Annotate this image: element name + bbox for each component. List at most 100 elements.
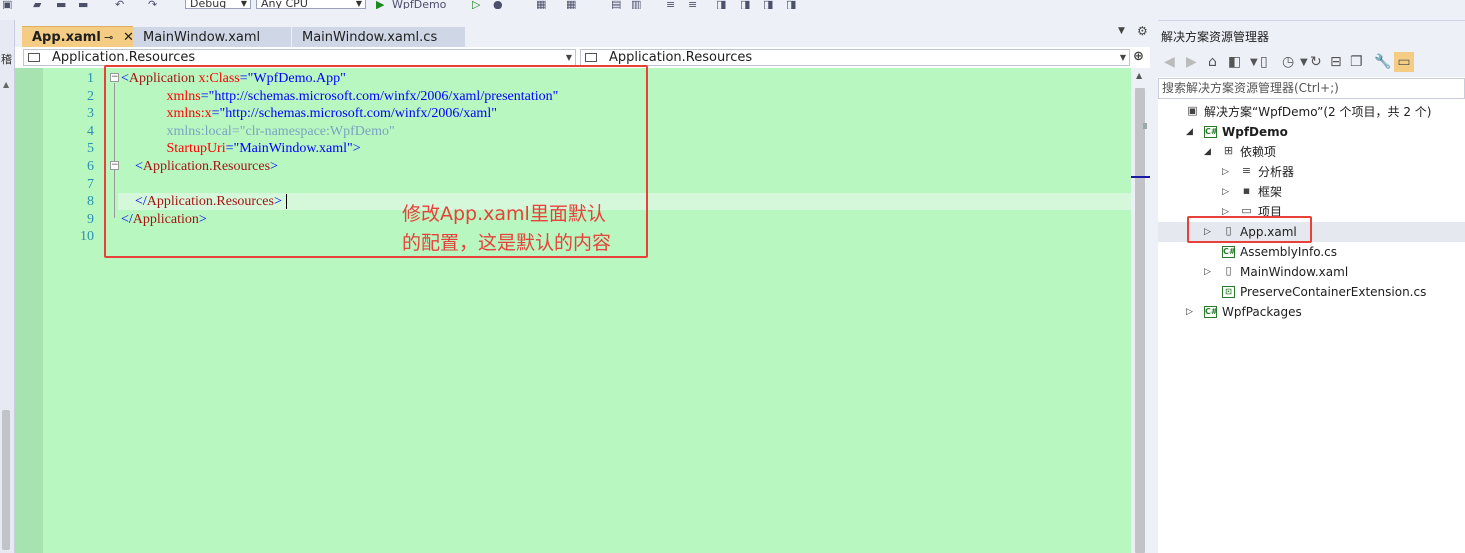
home-icon[interactable]: ⌂ — [1208, 54, 1217, 70]
scroll-up-icon[interactable]: ▲ — [1136, 71, 1142, 80]
show-all-files-icon[interactable]: ❐ — [1350, 54, 1363, 70]
tree-item[interactable]: ▷ C# WpfPackages — [1158, 302, 1465, 322]
xaml-file-icon: ▯ — [1225, 264, 1232, 277]
expanded-arrow-icon[interactable]: ◢ — [1186, 122, 1193, 142]
dependencies-icon: ⊞ — [1223, 144, 1234, 157]
left-combo-value: Application.Resources — [52, 50, 196, 65]
scroll-marker — [1143, 123, 1147, 129]
tree-item[interactable]: ▷ ▯ MainWindow.xaml — [1158, 262, 1465, 282]
bookmark-clear-icon[interactable]: ◨ — [786, 0, 796, 9]
collapsed-arrow-icon[interactable]: ▷ — [1222, 182, 1229, 202]
configuration-select[interactable]: Debug ▼ — [185, 0, 251, 9]
tree-item[interactable]: ◢ C# WpfDemo — [1158, 122, 1465, 142]
tab-label: MainWindow.xaml — [143, 30, 261, 45]
chevron-down-icon: ▼ — [355, 0, 362, 8]
tree-item[interactable]: ▷ ≡ 分析器 — [1158, 162, 1465, 182]
start-target-label[interactable]: WpfDemo — [392, 0, 446, 9]
line-number: 7 — [87, 176, 94, 192]
chevron-up-icon[interactable]: ▲ — [3, 80, 9, 89]
line-number: 8 — [87, 194, 94, 210]
align-right-icon[interactable]: ≡ — [688, 0, 697, 9]
open-folder-icon[interactable]: ▰ — [33, 0, 41, 9]
chevron-down-icon: ▼ — [1119, 53, 1126, 62]
analyzer-icon: ≡ — [1241, 164, 1252, 177]
line-number: 9 — [87, 211, 94, 227]
tree-item[interactable]: C# AssemblyInfo.cs — [1158, 242, 1465, 262]
layout-icon[interactable]: ▤ — [611, 0, 621, 9]
browser-link-icon[interactable]: ▦ — [536, 0, 546, 9]
bookmark-icon[interactable]: ◨ — [716, 0, 726, 9]
back-icon[interactable]: ◀ — [1164, 54, 1175, 70]
start-without-debug-icon[interactable]: ▷ — [472, 0, 480, 9]
pin-icon[interactable]: ⊸ — [104, 27, 113, 48]
bookmark-next-icon[interactable]: ◨ — [763, 0, 773, 9]
tree-item-label: WpfDemo — [1222, 125, 1288, 139]
chevron-down-icon: ▼ — [240, 0, 247, 8]
left-navigation-dropdown[interactable]: Application.Resources ▼ — [23, 49, 576, 66]
csharp-file-icon: C# — [1222, 246, 1236, 258]
redo-icon[interactable]: ↷ — [148, 0, 157, 9]
csharp-project-icon: C# — [1204, 306, 1218, 318]
switch-views-icon[interactable]: ◧ — [1228, 54, 1241, 70]
tab-mainwindow-xaml[interactable]: MainWindow.xaml — [133, 27, 292, 47]
properties-icon[interactable]: 🔧 — [1374, 54, 1391, 70]
align-left-icon[interactable]: ≡ — [666, 0, 675, 9]
framework-icon: ▪ — [1242, 184, 1251, 197]
tree-item[interactable]: ▣ 解决方案“WpfDemo”(2 个项目，共 2 个) — [1158, 102, 1465, 122]
line-number: 2 — [87, 88, 94, 104]
expanded-arrow-icon[interactable]: ◢ — [1204, 142, 1211, 162]
nav-icon[interactable]: ▦ — [566, 0, 576, 9]
save-all-icon[interactable]: ▬ — [78, 0, 88, 9]
gear-icon[interactable]: ⚙ — [1137, 24, 1148, 38]
collapsed-arrow-icon[interactable]: ▷ — [1222, 162, 1229, 182]
platform-value: Any CPU — [261, 0, 308, 9]
platform-select[interactable]: Any CPU ▼ — [256, 0, 366, 9]
bookmark-prev-icon[interactable]: ◨ — [740, 0, 750, 9]
tab-mainwindow-xaml-cs[interactable]: MainWindow.xaml.cs — [292, 27, 466, 47]
panel-splitter[interactable] — [1150, 20, 1158, 553]
pending-changes-icon[interactable]: ▯ — [1260, 54, 1268, 70]
tree-item[interactable]: ◢ ⊞ 依赖项 — [1158, 142, 1465, 162]
configuration-value: Debug — [190, 0, 227, 9]
document-tab-bar: App.xaml ⊸ ✕ MainWindow.xaml MainWindow.… — [15, 20, 1155, 47]
left-tool-strip: 稽 ▲ — [0, 20, 15, 553]
collapsed-arrow-icon[interactable]: ▷ — [1204, 262, 1211, 282]
tree-item-label: MainWindow.xaml — [1240, 265, 1349, 279]
editor-vertical-scrollbar[interactable]: ▲ — [1131, 68, 1150, 553]
collapsed-arrow-icon[interactable]: ▷ — [1186, 302, 1193, 322]
split-window-icon[interactable]: ⊕ — [1133, 49, 1144, 64]
scrollbar-thumb[interactable] — [1135, 88, 1145, 553]
layout2-icon[interactable]: ▥ — [631, 0, 641, 9]
tab-label: App.xaml — [32, 30, 101, 45]
history-dropdown-icon[interactable]: ▼ — [1300, 57, 1308, 68]
record-icon[interactable]: ● — [493, 0, 503, 9]
start-debug-icon[interactable]: ▶ — [376, 0, 384, 9]
left-scrollbar[interactable] — [2, 410, 10, 550]
solution-explorer-title: 解决方案资源管理器 — [1158, 27, 1465, 48]
refresh-icon[interactable]: ↻ — [1310, 54, 1322, 70]
right-navigation-dropdown[interactable]: Application.Resources ▼ — [580, 49, 1130, 66]
line-number: 10 — [80, 229, 94, 245]
collapse-all-icon[interactable]: ⊟ — [1330, 54, 1342, 70]
switch-views-dropdown-icon[interactable]: ▼ — [1250, 57, 1258, 68]
line-number: 4 — [87, 123, 94, 139]
left-strip-label[interactable]: 稽 — [0, 51, 13, 67]
chevron-down-icon: ▼ — [565, 53, 572, 62]
tree-item[interactable]: ▷ ▪ 框架 — [1158, 182, 1465, 202]
tree-item-label: AssemblyInfo.cs — [1240, 245, 1338, 259]
annotation-note: 修改App.xaml里面默认 的配置，这是默认的内容 — [402, 200, 662, 258]
history-icon[interactable]: ◷ — [1282, 54, 1294, 70]
solution-search-input[interactable]: 搜索解决方案资源管理器(Ctrl+;) — [1158, 78, 1465, 99]
undo-icon[interactable]: ↶ — [115, 0, 124, 9]
element-icon — [585, 53, 597, 62]
editor-margin — [15, 68, 43, 553]
tree-item[interactable]: ⊡ PreserveContainerExtension.cs — [1158, 282, 1465, 302]
new-item-icon[interactable]: ▣ — [2, 0, 12, 9]
save-icon[interactable]: ▬ — [56, 0, 66, 9]
forward-icon[interactable]: ▶ — [1186, 54, 1197, 70]
tab-app-xaml[interactable]: App.xaml ⊸ ✕ — [22, 26, 134, 48]
preview-selected-icon[interactable]: ▭ — [1394, 52, 1414, 72]
csharp-project-icon: C# — [1204, 126, 1218, 138]
tab-overflow-icon[interactable]: ▼ — [1118, 26, 1125, 36]
solution-explorer: 解决方案资源管理器 ◀ ▶ ⌂ ◧ ▼ ▯ ◷ ▼ ↻ ⊟ ❐ 🔧 ▭ 搜索解决… — [1158, 27, 1465, 553]
